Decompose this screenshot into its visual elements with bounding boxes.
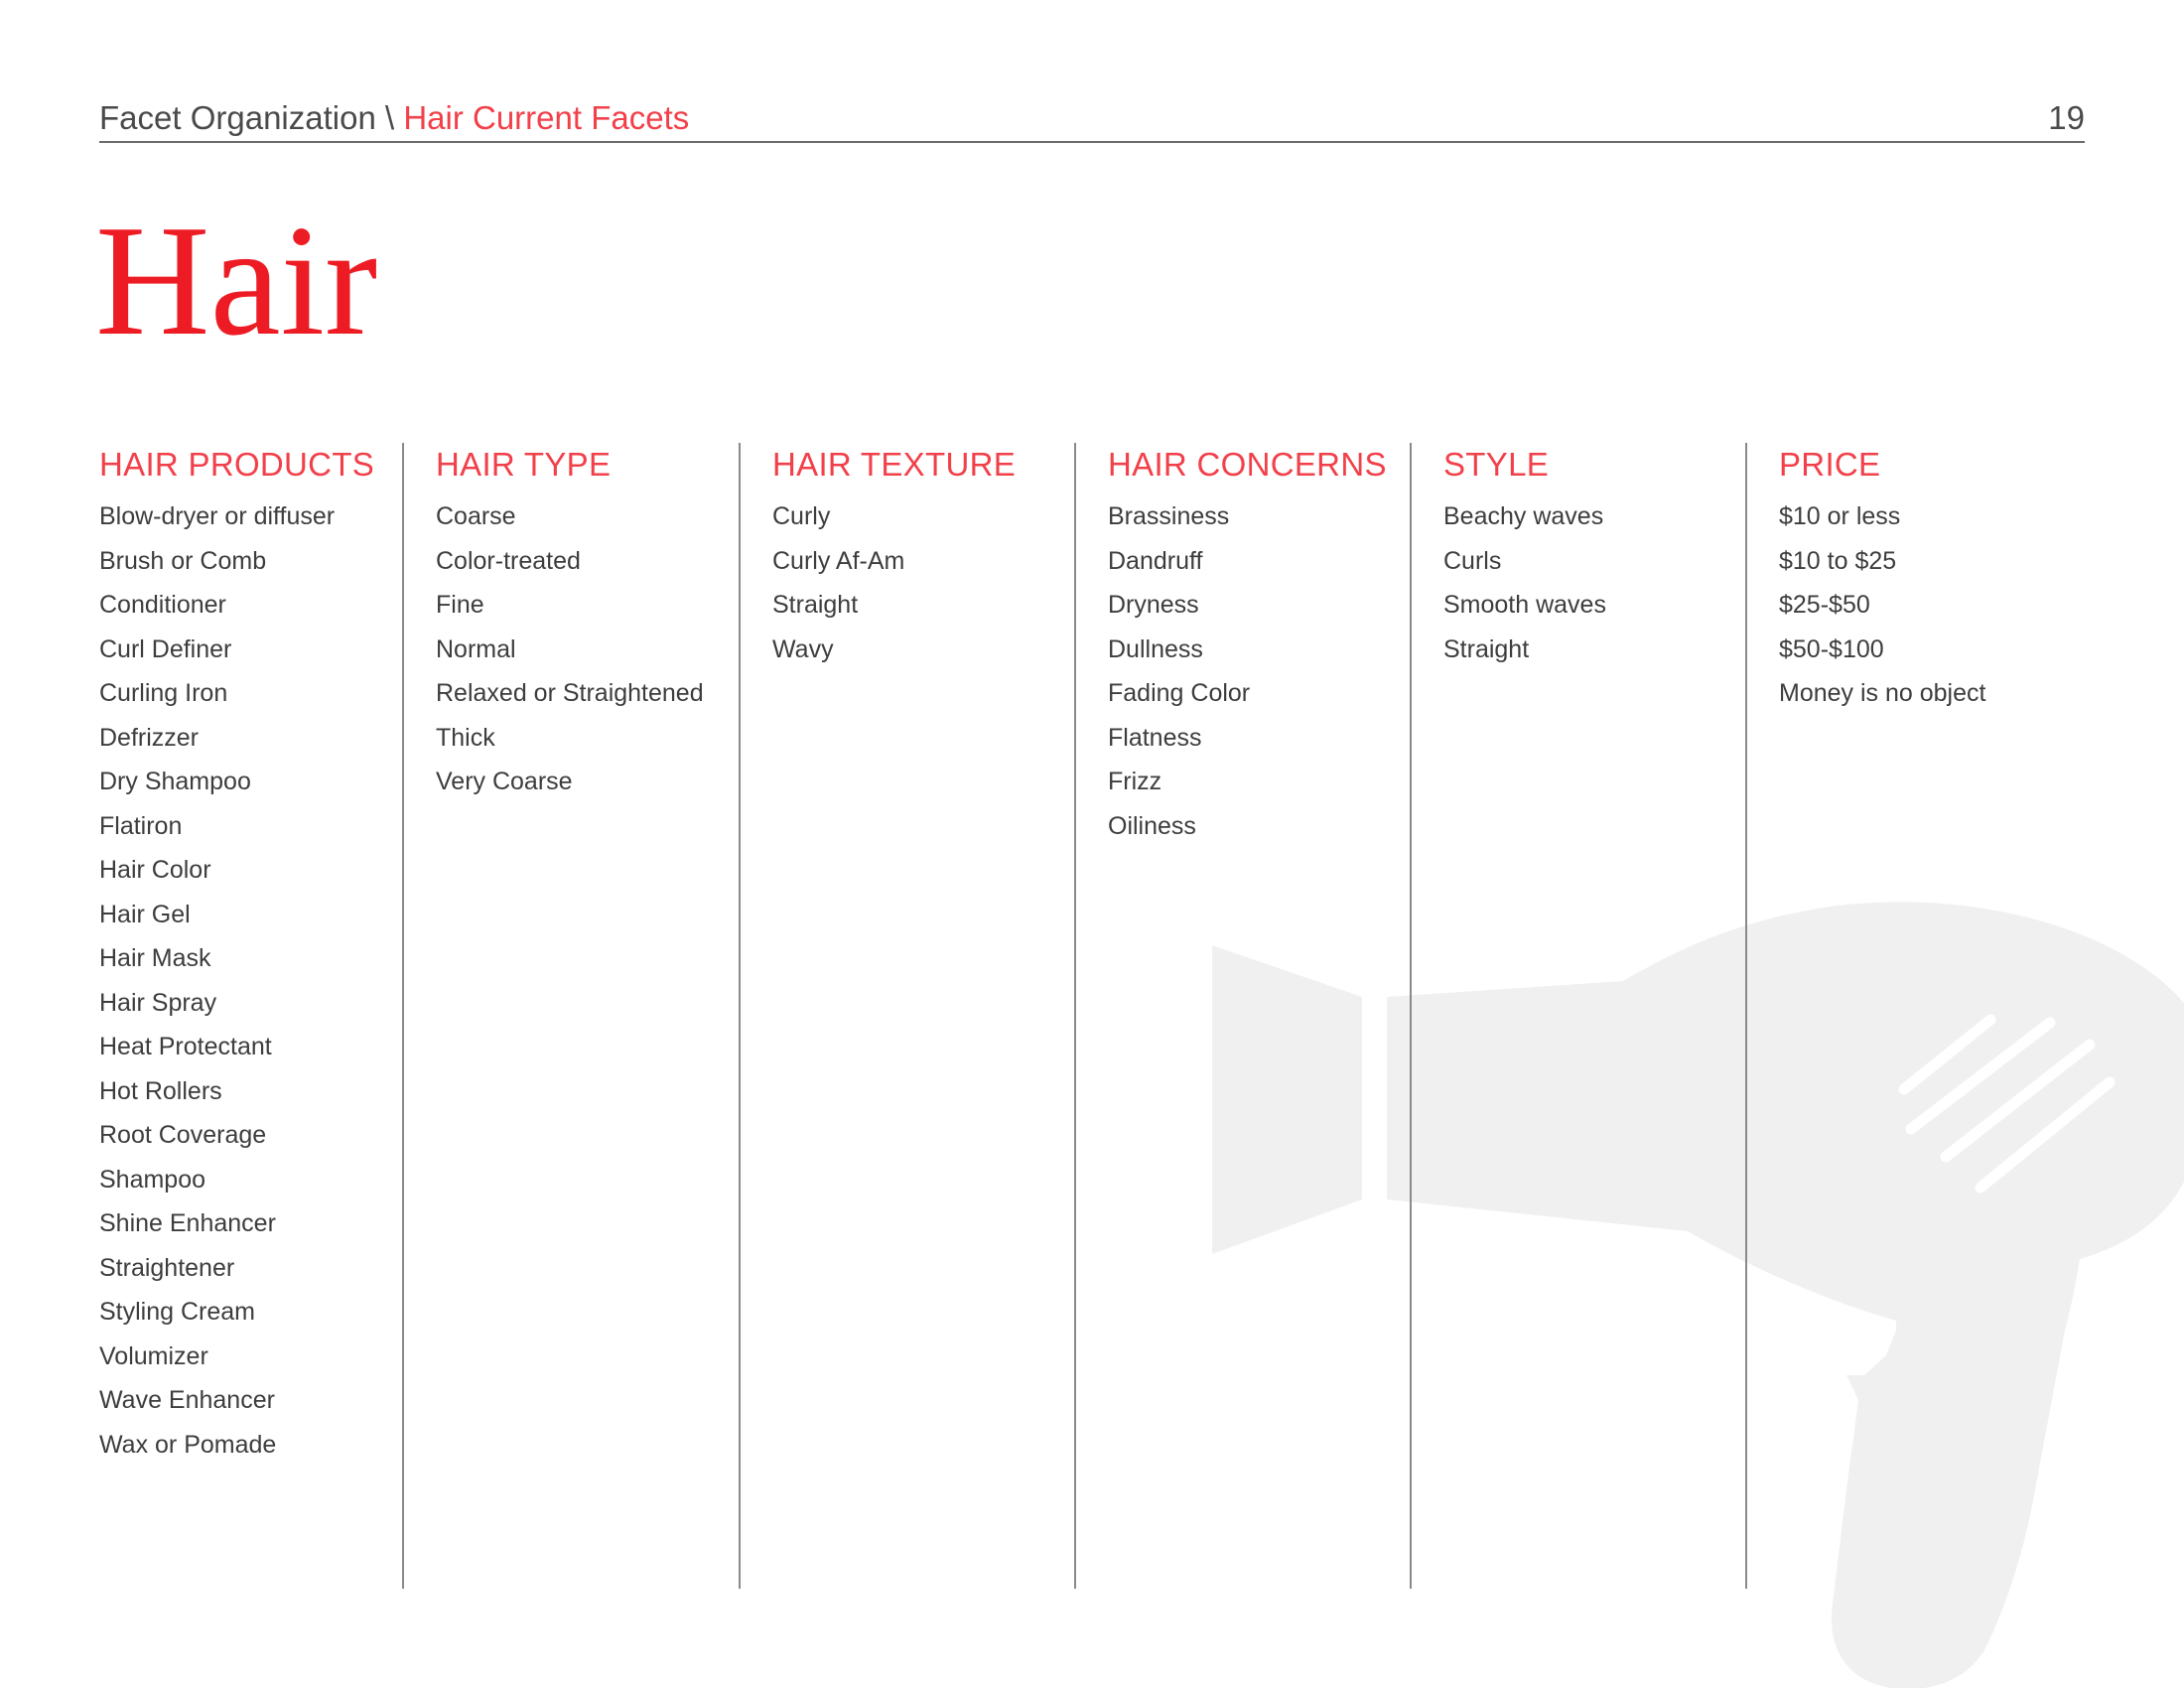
facet-item: Straightener — [99, 1253, 235, 1282]
facet-item: Curly Af-Am — [772, 546, 905, 575]
facet-item: Color-treated — [436, 546, 581, 575]
facet-item: Dullness — [1108, 634, 1203, 663]
facet-item: Fading Color — [1108, 679, 1251, 707]
facet-item: Curls — [1443, 546, 1502, 575]
facet-item: Hair Gel — [99, 900, 191, 928]
facet-item: Hair Color — [99, 856, 211, 884]
facet-column-hair-texture: HAIR TEXTURE Curly Curly Af-Am Straight Wav… — [739, 443, 1074, 1589]
facet-list: Coarse Color-treated Fine Normal Relaxed or … — [436, 494, 739, 804]
facet-column-hair-type: HAIR TYPE Coarse Color-treated Fine Normal R… — [402, 443, 739, 1589]
facet-item: Heat Protectant — [99, 1033, 272, 1060]
facet-heading: HAIR TYPE — [436, 446, 612, 483]
facet-item: Hair Spray — [99, 988, 217, 1017]
facet-item: Brassiness — [1108, 502, 1230, 530]
facet-item: Shine Enhancer — [99, 1209, 276, 1237]
facet-item: Flatness — [1108, 723, 1202, 752]
facet-item: Frizz — [1108, 768, 1162, 795]
facet-heading: HAIR PRODUCTS — [99, 446, 375, 483]
facet-list: Curly Curly Af-Am Straight Wavy — [772, 494, 1074, 671]
facet-column-style: STYLE Beachy waves Curls Smooth waves Strai… — [1410, 443, 1745, 1589]
facet-item: Root Coverage — [99, 1121, 267, 1149]
facet-item: Fine — [436, 591, 484, 619]
facet-item: Wavy — [772, 634, 834, 663]
facet-item: Smooth waves — [1443, 591, 1606, 619]
facet-column-hair-concerns: HAIR CONCERNS Brassiness Dandruff Dryness D… — [1074, 443, 1410, 1589]
facet-item: Dry Shampoo — [99, 768, 251, 795]
facet-item: Dandruff — [1108, 546, 1203, 575]
facet-list: $10 or less $10 to $25 $25-$50 $50-$100 Mone… — [1779, 494, 2081, 716]
facet-item: Money is no object — [1779, 679, 1986, 707]
page-header: Facet Organization \ Hair Current Facets… — [99, 95, 2085, 143]
facet-item: Straight — [1443, 634, 1530, 663]
facet-heading: PRICE — [1779, 446, 1881, 483]
facet-item: Flatiron — [99, 811, 183, 840]
facet-item: Defrizzer — [99, 723, 200, 752]
facet-item: Straight — [772, 591, 859, 619]
facet-heading: HAIR TEXTURE — [772, 446, 1017, 483]
facet-item: Brush or Comb — [99, 546, 267, 575]
facet-item: Curling Iron — [99, 679, 228, 707]
facet-item: Coarse — [436, 502, 516, 530]
facet-column-price: PRICE $10 or less $10 to $25 $25-$50 $50-$1… — [1745, 443, 2081, 1589]
facet-item: Oiliness — [1108, 811, 1196, 840]
breadcrumb: Facet Organization \ Hair Current Facets — [99, 95, 689, 141]
facet-column-hair-products: HAIR PRODUCTS Blow-dryer or diffuser Brus… — [99, 443, 402, 1589]
facet-heading: HAIR CONCERNS — [1108, 446, 1387, 483]
page-title: Hair — [95, 192, 378, 368]
facet-item: $25-$50 — [1779, 591, 1870, 619]
facet-item: Curly — [772, 502, 831, 530]
facet-item: Hot Rollers — [99, 1076, 222, 1105]
facet-columns: HAIR PRODUCTS Blow-dryer or diffuser Brus… — [99, 443, 2085, 1589]
facet-item: $50-$100 — [1779, 634, 1884, 663]
facet-item: Conditioner — [99, 591, 226, 619]
facet-item: Blow-dryer or diffuser — [99, 502, 336, 530]
facet-item: Very Coarse — [436, 768, 573, 795]
facet-heading: STYLE — [1443, 446, 1550, 483]
facet-item: $10 to $25 — [1779, 546, 1897, 575]
facet-item: Curl Definer — [99, 634, 232, 663]
facet-item: Thick — [436, 723, 495, 752]
facet-item: Relaxed or Straightened — [436, 679, 704, 707]
facet-item: Dryness — [1108, 591, 1199, 619]
facet-item: Hair Mask — [99, 944, 211, 972]
facet-list: Beachy waves Curls Smooth waves Straight — [1443, 494, 1745, 671]
breadcrumb-root: Facet Organization — [99, 99, 376, 136]
facet-item: Wax or Pomade — [99, 1430, 277, 1459]
facet-item: Beachy waves — [1443, 502, 1604, 530]
facet-item: Normal — [436, 634, 516, 663]
facet-item: Volumizer — [99, 1341, 208, 1370]
facet-item: Styling Cream — [99, 1298, 255, 1326]
facet-list: Brassiness Dandruff Dryness Dullness Fading … — [1108, 494, 1410, 848]
facet-list: Blow-dryer or diffuser Brush or Comb Condi… — [99, 494, 402, 1467]
breadcrumb-separator: \ — [375, 99, 404, 136]
breadcrumb-current: Hair Current Facets — [403, 99, 690, 136]
facet-item: Shampoo — [99, 1165, 206, 1194]
facet-item: Wave Enhancer — [99, 1386, 275, 1414]
facet-item: $10 or less — [1779, 502, 1901, 530]
page-number: 19 — [2048, 99, 2085, 136]
